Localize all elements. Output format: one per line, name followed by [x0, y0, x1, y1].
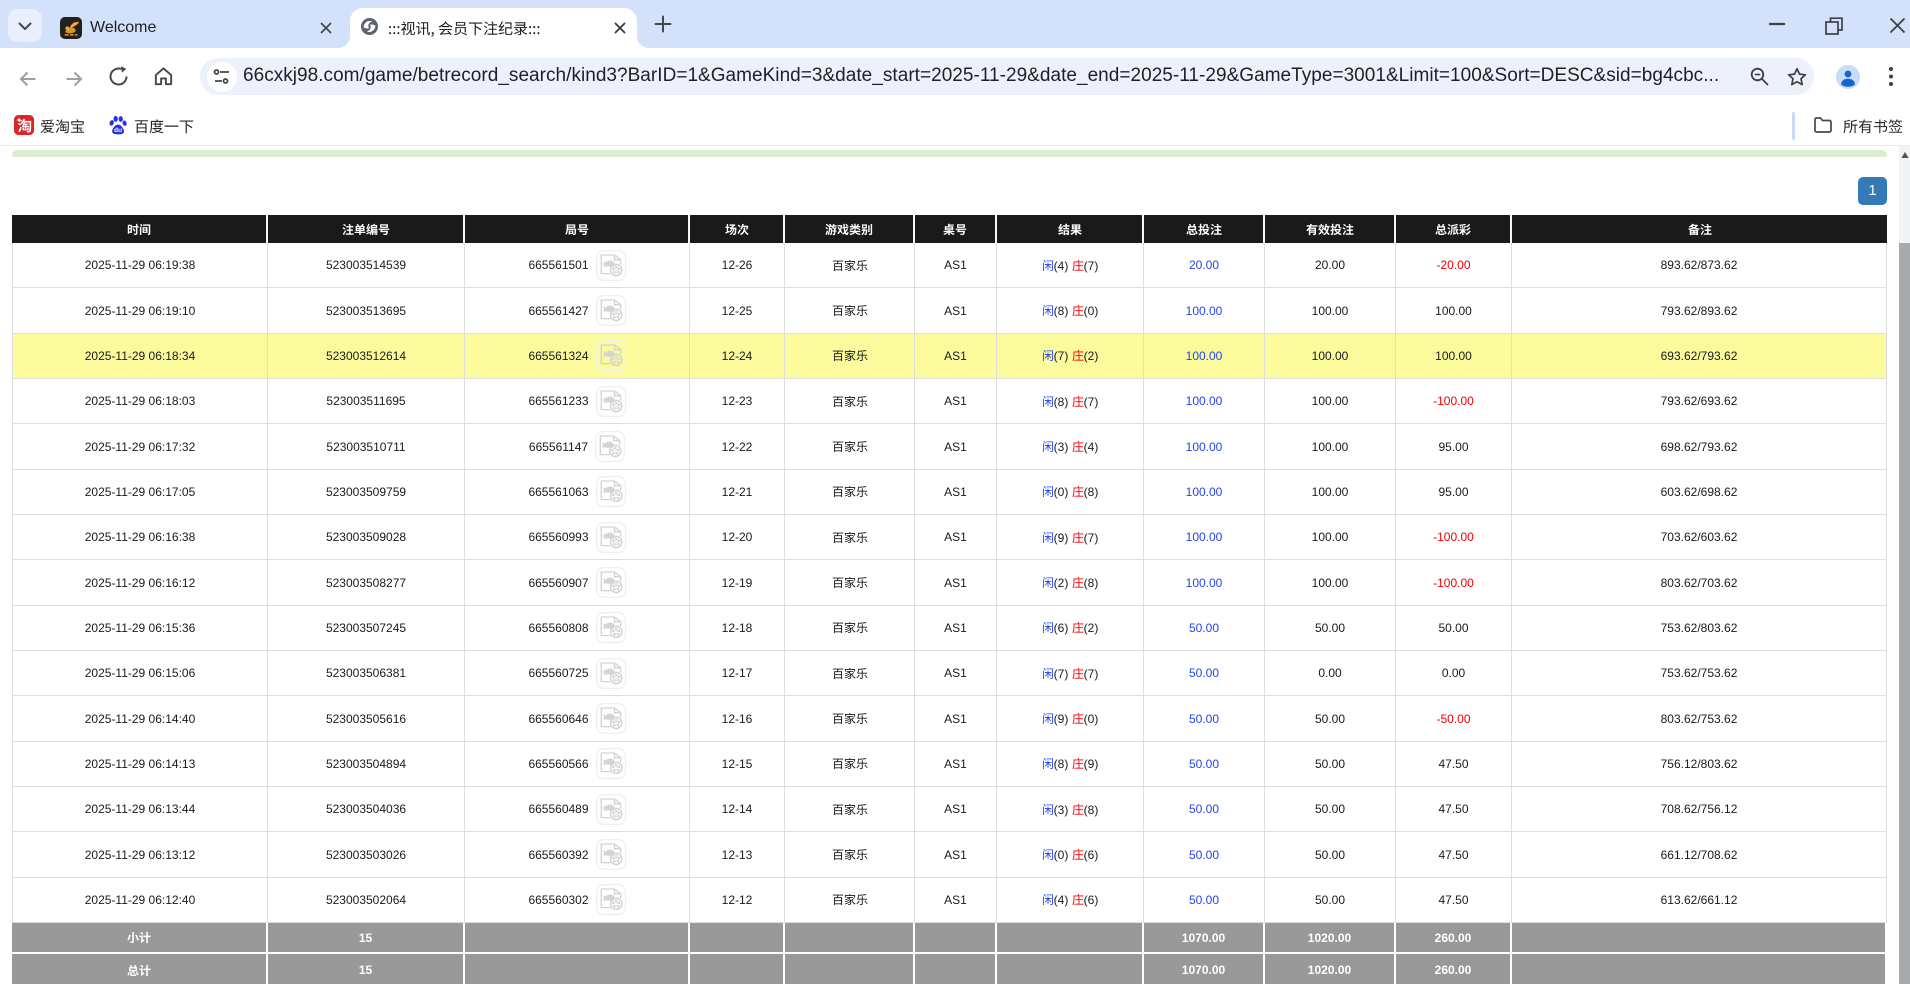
- svg-text:du: du: [114, 127, 122, 134]
